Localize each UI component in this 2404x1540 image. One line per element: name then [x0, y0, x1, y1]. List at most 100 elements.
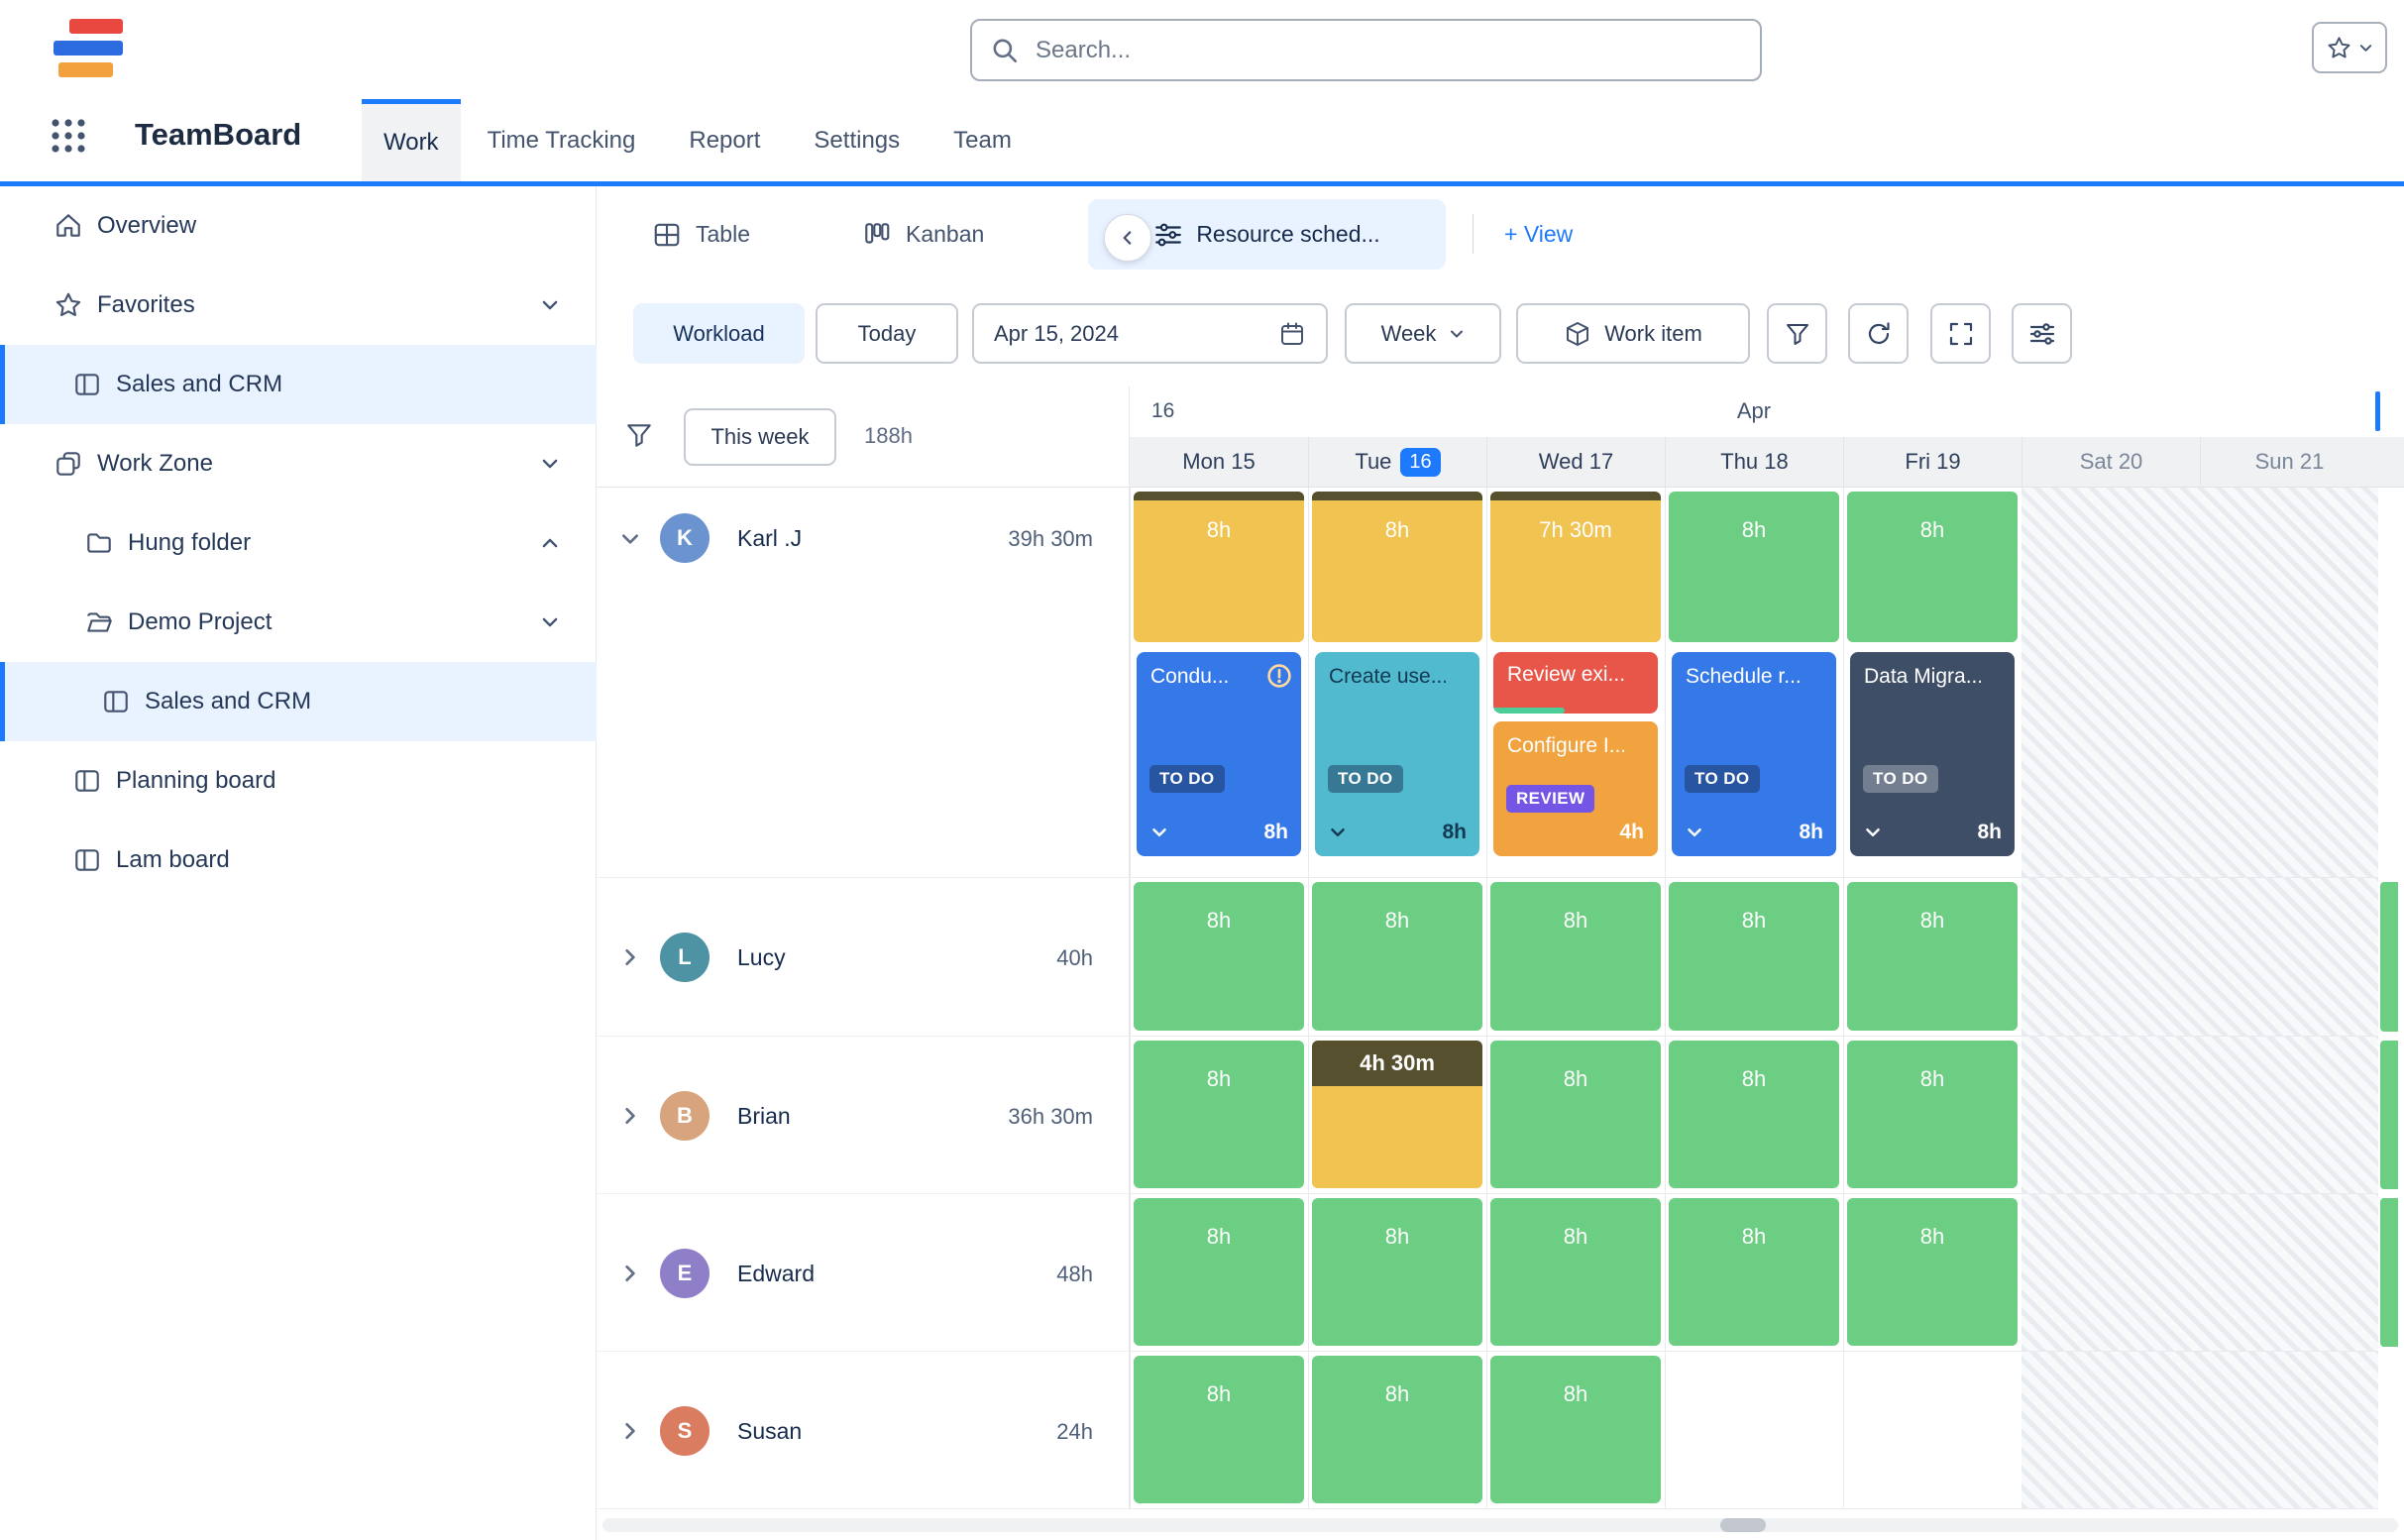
chevron-down-icon[interactable]: [539, 611, 561, 633]
overtime-cap: [1134, 492, 1304, 500]
workload-bar-thu[interactable]: 8h: [1669, 492, 1839, 642]
chevron-down-icon[interactable]: [1685, 823, 1704, 842]
workload-bar-mon[interactable]: 8h: [1134, 492, 1304, 642]
sidebar-item-planning-board[interactable]: Planning board: [0, 741, 597, 821]
avatar: K: [660, 513, 710, 563]
chevron-down-icon[interactable]: [1149, 823, 1169, 842]
chevron-down-icon[interactable]: [1863, 823, 1883, 842]
workload-bar-fri[interactable]: 8h: [1847, 882, 2018, 1031]
workload-bar-tue[interactable]: 8h: [1312, 1356, 1482, 1503]
sidebar-item-sales-and-crm-board[interactable]: Sales and CRM: [0, 662, 597, 741]
workload-bar-tue[interactable]: 8h: [1312, 882, 1482, 1031]
folder-icon: [84, 528, 114, 558]
resource-cell: S Susan 24h: [597, 1352, 1130, 1509]
chevron-right-icon[interactable]: [618, 1419, 642, 1443]
nav-tab-time-tracking[interactable]: Time Tracking: [461, 99, 663, 181]
refresh-icon: [1865, 320, 1893, 348]
nav-tab-work[interactable]: Work: [362, 99, 461, 181]
workload-bar-tue[interactable]: 8h: [1312, 492, 1482, 642]
app-switcher-icon[interactable]: [44, 111, 93, 161]
task-card-create-user[interactable]: Create use... TO DO 8h: [1315, 652, 1479, 856]
workload-bar-mon[interactable]: 8h: [1134, 1356, 1304, 1503]
settings-sliders-button[interactable]: [2012, 303, 2072, 364]
schedule-row-lucy: 8h 8h 8h 8h 8h L Lucy 40h: [597, 878, 2404, 1037]
workload-bar-mon[interactable]: 8h: [1134, 1198, 1304, 1346]
fullscreen-button[interactable]: [1930, 303, 1991, 364]
workload-bar-fri[interactable]: 8h: [1847, 1041, 2018, 1188]
workload-bar-tue[interactable]: 4h 30m: [1312, 1041, 1482, 1188]
sliders-icon: [2028, 320, 2056, 348]
chevron-right-icon[interactable]: [618, 945, 642, 969]
workload-bar-tue[interactable]: 8h: [1312, 1198, 1482, 1346]
filter-button[interactable]: [1767, 303, 1827, 364]
workload-bar-thu[interactable]: 8h: [1669, 882, 1839, 1031]
schedule-row-susan: 8h 8h 8h S Susan 24h: [597, 1352, 2404, 1509]
workload-toggle-button[interactable]: Workload: [633, 303, 805, 364]
workload-bar-wed[interactable]: 8h: [1490, 1356, 1661, 1503]
task-card-schedule[interactable]: Schedule r... TO DO 8h: [1672, 652, 1836, 856]
nav-tab-team[interactable]: Team: [927, 99, 1038, 181]
chevron-left-icon: [1118, 228, 1138, 248]
sidebar-item-work-zone[interactable]: Work Zone: [0, 424, 597, 503]
workload-bar-fri[interactable]: 8h: [1847, 492, 2018, 642]
nav-tab-report[interactable]: Report: [662, 99, 787, 181]
logo-bar-blue: [54, 41, 123, 55]
selected-day-badge: 16: [1400, 448, 1440, 477]
task-card-configure[interactable]: Configure I... REVIEW 4h: [1493, 721, 1658, 856]
view-tab-table[interactable]: Table: [652, 199, 750, 270]
chevron-down-icon[interactable]: [618, 527, 642, 551]
chevron-right-icon[interactable]: [618, 1104, 642, 1128]
chevron-down-icon[interactable]: [1328, 823, 1348, 842]
workload-bar-wed[interactable]: 8h: [1490, 882, 1661, 1031]
collapse-panel-button[interactable]: [1104, 214, 1151, 262]
horizontal-scrollbar-thumb[interactable]: [1720, 1518, 1766, 1532]
work-item-button[interactable]: Work item: [1516, 303, 1750, 364]
chevron-down-icon: [2358, 41, 2373, 55]
home-icon: [54, 211, 83, 241]
task-card-review-existing[interactable]: Review exi...: [1493, 652, 1658, 714]
avatar: B: [660, 1091, 710, 1141]
avatar: E: [660, 1249, 710, 1298]
search-box: [970, 19, 1762, 81]
day-header-thu: Thu 18: [1665, 437, 1843, 487]
sidebar-item-favorites[interactable]: Favorites: [0, 266, 597, 345]
workload-bar-thu[interactable]: 8h: [1669, 1198, 1839, 1346]
workload-bar-wed[interactable]: 7h 30m: [1490, 492, 1661, 642]
status-badge: TO DO: [1149, 765, 1225, 793]
chevron-right-icon[interactable]: [618, 1262, 642, 1285]
chevron-up-icon[interactable]: [539, 532, 561, 554]
sidebar-item-overview[interactable]: Overview: [0, 186, 597, 266]
funnel-icon[interactable]: [624, 420, 654, 450]
workload-bar-thu[interactable]: 8h: [1669, 1041, 1839, 1188]
star-icon: [54, 290, 83, 320]
task-card-data-migration[interactable]: Data Migra... TO DO 8h: [1850, 652, 2015, 856]
view-tab-kanban[interactable]: Kanban: [862, 199, 984, 270]
member-name: Lucy: [737, 944, 786, 971]
workload-bar-mon[interactable]: 8h: [1134, 882, 1304, 1031]
favorite-split-button[interactable]: [2312, 22, 2387, 73]
member-name: Susan: [737, 1418, 802, 1445]
board-icon: [72, 766, 102, 796]
add-view-button[interactable]: + View: [1504, 199, 1573, 270]
today-button[interactable]: Today: [816, 303, 958, 364]
workload-bar-mon[interactable]: 8h: [1134, 1041, 1304, 1188]
sidebar-item-lam-board[interactable]: Lam board: [0, 821, 597, 900]
workload-bar-wed[interactable]: 8h: [1490, 1198, 1661, 1346]
search-input[interactable]: [1034, 36, 1742, 65]
chevron-down-icon[interactable]: [539, 294, 561, 316]
date-picker[interactable]: Apr 15, 2024: [972, 303, 1328, 364]
divider: [1473, 214, 1474, 254]
card-hours: 4h: [1619, 821, 1644, 844]
range-select[interactable]: Week: [1345, 303, 1501, 364]
task-card-conduct[interactable]: Condu... TO DO 8h: [1137, 652, 1301, 856]
workload-bar-wed[interactable]: 8h: [1490, 1041, 1661, 1188]
refresh-button[interactable]: [1848, 303, 1909, 364]
sidebar-item-demo-project[interactable]: Demo Project: [0, 583, 597, 662]
nav-tab-settings[interactable]: Settings: [787, 99, 927, 181]
sidebar-item-hung-folder[interactable]: Hung folder: [0, 503, 597, 583]
chevron-down-icon[interactable]: [539, 453, 561, 475]
next-week-bar-sliver: [2380, 1041, 2398, 1189]
this-week-button[interactable]: This week: [684, 408, 836, 466]
workload-bar-fri[interactable]: 8h: [1847, 1198, 2018, 1346]
sidebar-item-sales-and-crm-favorite[interactable]: Sales and CRM: [0, 345, 597, 424]
